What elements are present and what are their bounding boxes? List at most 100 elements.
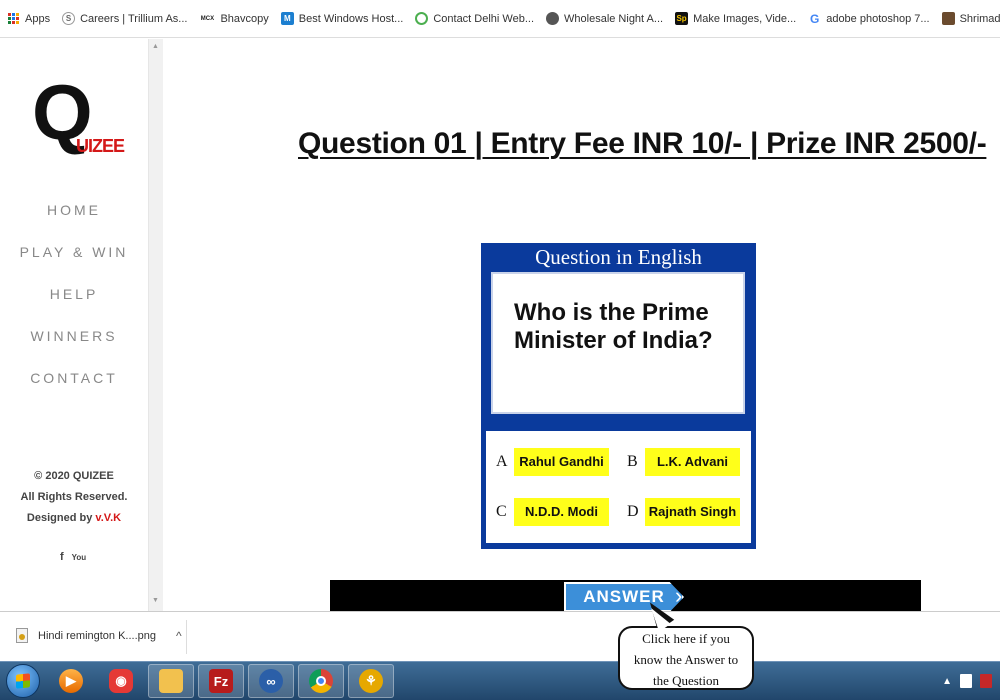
option-a[interactable]: A Rahul Gandhi — [496, 448, 609, 476]
bookmark-apps[interactable]: Apps — [8, 12, 51, 25]
bookmark-label: Wholesale Night A... — [564, 12, 664, 25]
globe-icon — [546, 12, 560, 25]
copyright-text: © 2020 QUIZEE — [34, 470, 114, 482]
bookmark-bhagwat[interactable]: Shrimad Bhagwat G... — [941, 12, 1000, 25]
bookmark-photoshop[interactable]: G adobe photoshop 7... — [808, 11, 930, 26]
bubble-line-3: the Question — [652, 673, 720, 688]
answer-hint-bubble: Click here if you know the Answer to the… — [618, 626, 754, 690]
question-text: Who is the Prime Minister of India? — [491, 272, 745, 414]
download-bar: Hindi remington K....png ^ — [0, 611, 1000, 661]
bookmark-contact-delhi[interactable]: Contact Delhi Web... — [415, 12, 534, 25]
contact-icon — [415, 12, 429, 25]
gold-app-icon: ⚘ — [359, 669, 383, 693]
main-content: Question 01 | Entry Fee INR 10/- | Prize… — [164, 39, 1000, 611]
question-title: Question 01 | Entry Fee INR 10/- | Prize… — [298, 127, 987, 160]
option-text: L.K. Advani — [645, 448, 740, 476]
question-card-header: Question in English — [535, 245, 702, 269]
taskbar-app-blue[interactable]: ∞ — [248, 664, 294, 698]
option-text: N.D.D. Modi — [514, 498, 609, 526]
nav-help[interactable]: HELP — [0, 283, 148, 325]
chevron-up-icon[interactable]: ^ — [176, 629, 182, 643]
book-icon — [941, 12, 955, 25]
answer-bar: ANSWER › — [330, 580, 921, 611]
download-item[interactable]: Hindi remington K....png ^ — [16, 628, 182, 643]
m-icon: M — [280, 12, 294, 25]
bookmark-trillium[interactable]: S Careers | Trillium As... — [62, 12, 187, 25]
nav-play-win[interactable]: PLAY & WIN — [0, 241, 148, 283]
bookmark-label: Bhavcopy — [220, 12, 269, 25]
bubble-line-1: Click here if you — [642, 631, 730, 646]
nav-winners[interactable]: WINNERS — [0, 325, 148, 367]
trillium-icon: S — [62, 12, 76, 25]
option-text: Rajnath Singh — [645, 498, 740, 526]
option-letter: A — [496, 453, 508, 470]
bookmark-label: Make Images, Vide... — [693, 12, 797, 25]
filezilla-icon: Fz — [209, 669, 233, 693]
image-file-icon — [16, 628, 28, 643]
media-player-icon: ▶ — [59, 669, 83, 693]
folder-icon — [159, 669, 183, 693]
option-letter: D — [627, 503, 639, 520]
bookmark-make-images[interactable]: Sp Make Images, Vide... — [675, 12, 796, 25]
scroll-down-arrow-icon[interactable]: ▼ — [152, 597, 159, 604]
rights-text: All Rights Reserved. — [20, 491, 128, 503]
network-icon[interactable] — [960, 674, 972, 688]
scroll-up-arrow-icon[interactable]: ▲ — [152, 43, 159, 50]
designed-by-prefix: Designed by — [26, 512, 96, 524]
nav-contact[interactable]: CONTACT — [0, 367, 148, 409]
sidebar-scrollbar[interactable]: ▲ ▼ — [148, 39, 163, 611]
bookmark-label: Contact Delhi Web... — [433, 12, 535, 25]
download-filename: Hindi remington K....png — [38, 629, 157, 642]
apps-grid-icon — [8, 12, 20, 25]
chevron-right-icon: › — [675, 583, 683, 608]
option-letter: C — [496, 503, 507, 520]
infinity-icon: ∞ — [259, 669, 283, 693]
quizee-logo[interactable]: Q UIZEE — [32, 73, 125, 169]
main-nav: HOME PLAY & WIN HELP WINNERS CONTACT — [0, 199, 148, 409]
system-tray: ▲ — [942, 674, 992, 688]
taskbar-app-red[interactable]: ◉ — [98, 664, 144, 698]
bubble-line-2: know the Answer to — [633, 652, 739, 667]
bookmark-label: Shrimad Bhagwat G... — [959, 12, 1000, 25]
sp-icon: Sp — [675, 12, 689, 25]
option-text: Rahul Gandhi — [514, 448, 609, 476]
bookmark-label: adobe photoshop 7... — [826, 12, 930, 25]
video-app-icon: ◉ — [109, 669, 133, 693]
taskbar: ▶ ◉ Fz ∞ ⚘ ▲ — [0, 661, 1000, 700]
social-links: f You — [60, 551, 86, 564]
flag-icon[interactable] — [980, 674, 992, 688]
bookmark-label: Apps — [25, 12, 51, 25]
taskbar-media-player[interactable]: ▶ — [48, 664, 94, 698]
google-icon: G — [808, 11, 822, 26]
chrome-icon — [309, 669, 333, 693]
taskbar-chrome[interactable] — [298, 664, 344, 698]
sidebar: Q UIZEE HOME PLAY & WIN HELP WINNERS CON… — [0, 39, 148, 611]
tray-expand-icon[interactable]: ▲ — [942, 676, 952, 687]
option-c[interactable]: C N.D.D. Modi — [496, 498, 609, 526]
bookmark-wholesale[interactable]: Wholesale Night A... — [546, 12, 663, 25]
taskbar-explorer[interactable] — [148, 664, 194, 698]
bookmark-label: Careers | Trillium As... — [80, 12, 188, 25]
option-d[interactable]: D Rajnath Singh — [627, 498, 740, 526]
question-card: Question in English Who is the Prime Min… — [481, 243, 756, 549]
nav-home[interactable]: HOME — [0, 199, 148, 241]
footer-copyright: © 2020 QUIZEE All Rights Reserved. Desig… — [0, 466, 148, 529]
taskbar-app-gold[interactable]: ⚘ — [348, 664, 394, 698]
mcx-icon: MCX — [199, 12, 216, 25]
youtube-icon[interactable]: You — [72, 551, 87, 564]
taskbar-filezilla[interactable]: Fz — [198, 664, 244, 698]
bookmark-bhavcopy[interactable]: MCX Bhavcopy — [199, 12, 269, 25]
options-panel: A Rahul Gandhi B L.K. Advani C N.D.D. Mo… — [486, 431, 751, 543]
divider — [186, 620, 187, 654]
logo-rest: UIZEE — [76, 136, 125, 156]
option-b[interactable]: B L.K. Advani — [627, 448, 740, 476]
answer-button[interactable]: ANSWER — [564, 582, 684, 611]
bookmark-windows-host[interactable]: M Best Windows Host... — [280, 12, 404, 25]
start-button[interactable] — [6, 664, 40, 698]
facebook-icon[interactable]: f — [60, 551, 64, 564]
option-letter: B — [627, 453, 638, 470]
designer-name: v.V.K — [95, 512, 122, 524]
designed-by: Designed by v.V.K — [0, 508, 148, 529]
bookmarks-bar: Apps S Careers | Trillium As... MCX Bhav… — [0, 0, 1000, 38]
bookmark-label: Best Windows Host... — [298, 12, 404, 25]
